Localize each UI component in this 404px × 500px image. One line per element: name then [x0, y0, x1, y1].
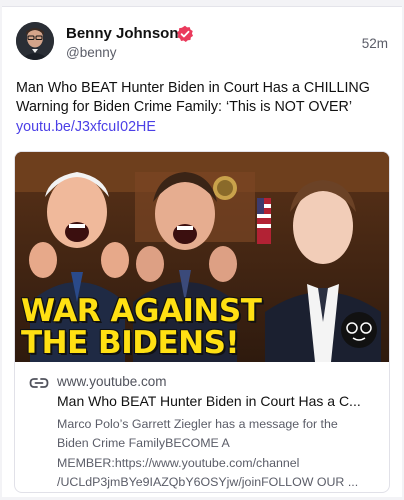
post-link[interactable]: youtu.be/J3xfcuI02HE: [16, 119, 156, 135]
link-icon: [29, 378, 49, 388]
thumbnail-caption-line-1: WAR AGAINST: [21, 293, 262, 329]
link-title[interactable]: Man Who BEAT Hunter Biden in Court Has a…: [57, 393, 377, 409]
link-description-line: MEMBER:https://www.youtube.com/channel: [57, 455, 300, 470]
avatar[interactable]: [16, 22, 54, 60]
link-description-line: Biden Crime FamilyBECOME A: [57, 436, 230, 451]
link-preview-meta[interactable]: www.youtube.com Man Who BEAT Hunter Bide…: [15, 362, 389, 492]
link-description-line: Marco Polo’s Garrett Ziegler has a messa…: [57, 417, 338, 431]
verified-check-icon: [176, 25, 194, 43]
link-domain: www.youtube.com: [57, 374, 167, 389]
link-preview-card[interactable]: WAR AGAINST THE BIDENS! www.youtube.com …: [14, 151, 390, 493]
avatar-image: [16, 22, 54, 60]
link-description: Marco Polo’s Garrett Ziegler has a messa…: [57, 415, 379, 492]
author-display-name[interactable]: Benny Johnson: [66, 25, 179, 42]
post-timestamp: 52m: [361, 36, 388, 51]
link-description-line: /UCLdP3jmBYe9IAZQbY6OSYjw/joinFOLLOW OUR…: [57, 474, 359, 489]
post-text: Man Who BEAT Hunter Biden in Court Has a…: [16, 80, 370, 115]
thumbnail-caption-line-2: THE BIDENS!: [21, 325, 240, 361]
video-thumbnail[interactable]: WAR AGAINST THE BIDENS!: [15, 152, 389, 362]
post-card[interactable]: Benny Johnson @benny 52m Man Who BEAT Hu…: [2, 6, 402, 497]
author-handle[interactable]: @benny: [66, 45, 117, 60]
